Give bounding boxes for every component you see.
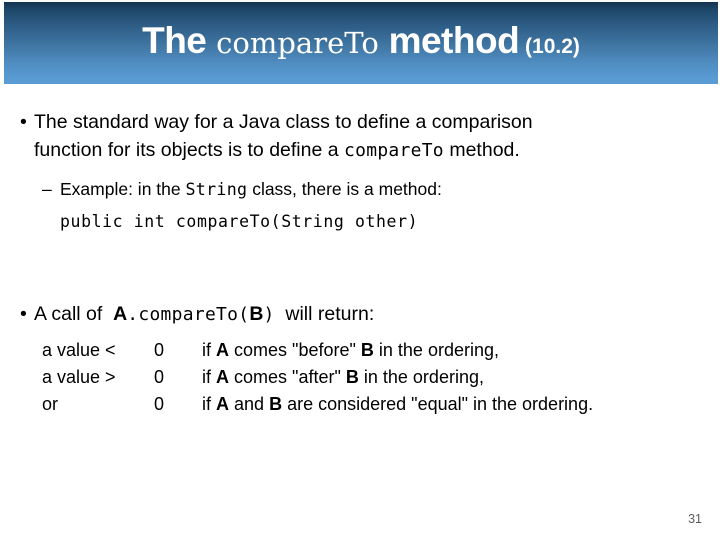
inline-code-compareto-2: compareTo( xyxy=(138,304,250,325)
object-b-label-0: B xyxy=(360,340,374,360)
bullet-2-text-pre: A call of xyxy=(34,303,103,325)
slide: The compareTo method (10.2) • The standa… xyxy=(0,0,720,540)
title-part-the: The xyxy=(142,20,207,61)
sub-bullet-marker: – xyxy=(42,179,52,199)
bullet-text-2: A call of A.compareTo(B) will return: xyxy=(34,300,694,329)
desc-post-2: are considered "equal" in the ordering. xyxy=(287,394,594,414)
desc-pre-1: if xyxy=(202,367,211,387)
page-number: 31 xyxy=(688,512,702,526)
object-a-label-1: A xyxy=(216,367,230,387)
return-condition-0: a value < xyxy=(42,340,116,360)
object-a-label-2: A xyxy=(216,394,230,414)
bullet-2-text-post: will return: xyxy=(285,303,375,325)
bullet-marker-1: • xyxy=(20,111,27,133)
return-condition-2: or xyxy=(42,394,59,414)
title-part-method-name: compareTo xyxy=(216,26,379,60)
table-row: or 0 if A and B are considered "equal" i… xyxy=(42,394,593,421)
title-section-reference: (10.2) xyxy=(525,35,580,58)
desc-pre-2: if xyxy=(202,394,211,414)
object-b-label-2: B xyxy=(269,394,283,414)
bullet-text-1: The standard way for a Java class to def… xyxy=(34,108,694,165)
sub-bullet-text-post: class, there is a method: xyxy=(252,179,442,199)
code-signature: public int compareTo(String other) xyxy=(60,212,419,231)
object-a-label-call: A xyxy=(113,303,128,325)
slide-body: • The standard way for a Java class to d… xyxy=(0,92,720,492)
bullet-1-line-2-post: method. xyxy=(449,139,520,161)
return-value-0: 0 xyxy=(154,340,165,360)
return-value-1: 0 xyxy=(154,367,165,387)
return-description-0: if A comes "before" B in the ordering, xyxy=(202,340,593,367)
table-row: a value < 0 if A comes "before" B in the… xyxy=(42,340,593,367)
title-part-method: method xyxy=(388,20,520,61)
bullet-1-line-2-pre: function for its objects is to define a xyxy=(34,139,339,161)
desc-pre-0: if xyxy=(202,340,211,360)
inline-code-dot: . xyxy=(127,304,139,325)
return-condition-1: a value > xyxy=(42,367,116,387)
sub-bullet-text-pre: Example: in the xyxy=(60,179,181,199)
object-b-label-call: B xyxy=(249,303,264,325)
desc-mid-1: comes "after" xyxy=(234,367,341,387)
title-banner: The compareTo method (10.2) xyxy=(4,2,718,84)
inline-code-string: String xyxy=(185,180,248,199)
table-row: a value > 0 if A comes "after" B in the … xyxy=(42,367,593,394)
desc-mid-0: comes "before" xyxy=(234,340,356,360)
inline-code-paren-close: ) xyxy=(263,304,275,325)
object-b-label-1: B xyxy=(345,367,359,387)
return-description-2: if A and B are considered "equal" in the… xyxy=(202,394,593,421)
bullet-1-line-1: The standard way for a Java class to def… xyxy=(34,111,533,133)
return-value-2: 0 xyxy=(154,394,165,414)
return-description-1: if A comes "after" B in the ordering, xyxy=(202,367,593,394)
bullet-marker-2: • xyxy=(20,303,27,325)
sub-bullet-example: – Example: in the String class, there is … xyxy=(42,176,442,203)
desc-post-1: in the ordering, xyxy=(363,367,484,387)
page-title: The compareTo method (10.2) xyxy=(4,20,718,61)
desc-mid-2: and xyxy=(234,394,265,414)
object-a-label-0: A xyxy=(216,340,230,360)
inline-code-compareto-1: compareTo xyxy=(344,140,444,161)
desc-post-0: in the ordering, xyxy=(378,340,499,360)
return-value-table: a value < 0 if A comes "before" B in the… xyxy=(42,340,593,421)
